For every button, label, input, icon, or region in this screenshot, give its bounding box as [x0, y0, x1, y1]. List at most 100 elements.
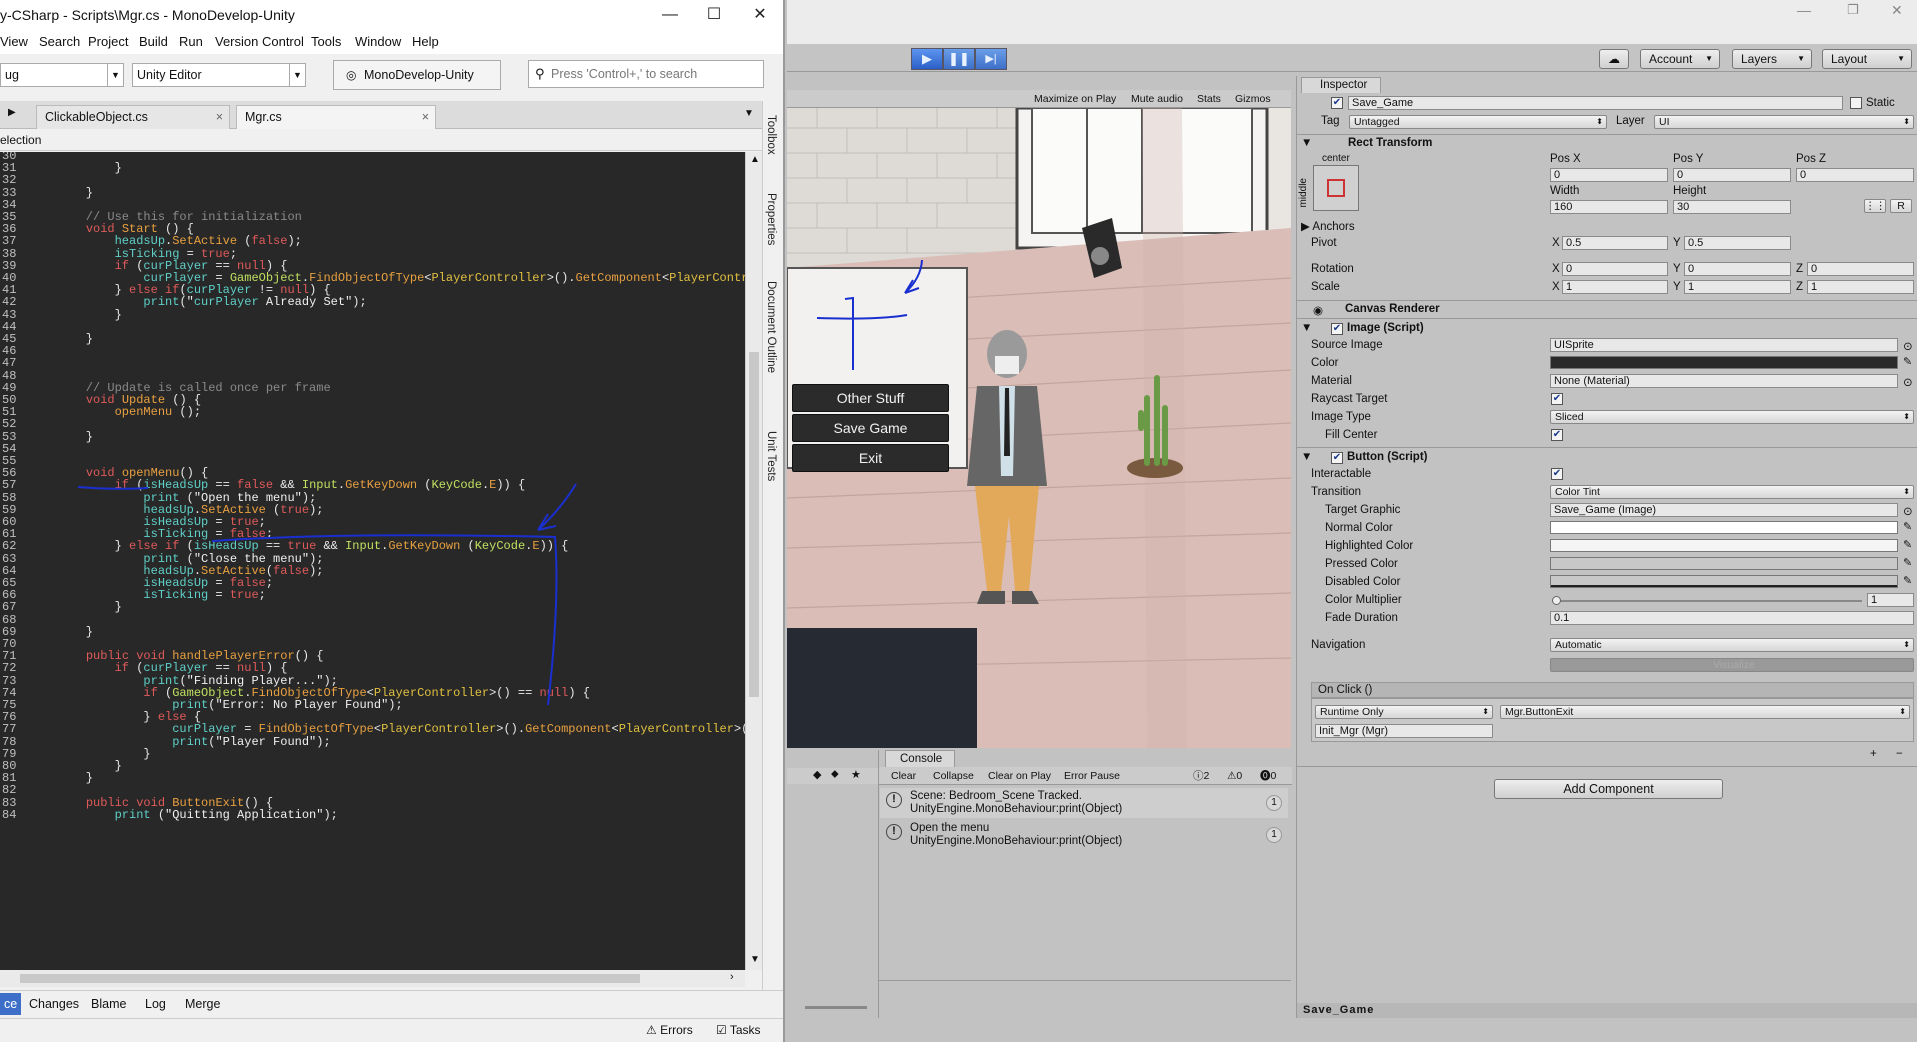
inspector-tab[interactable]: Inspector: [1301, 77, 1381, 93]
scale-x-field[interactable]: 1: [1562, 280, 1668, 294]
gizmos-dropdown[interactable]: Gizmos: [1235, 93, 1271, 105]
clear-button[interactable]: Clear: [891, 768, 916, 784]
scale-y-field[interactable]: 1: [1684, 280, 1791, 294]
warning-count-toggle[interactable]: ⚠0: [1227, 768, 1242, 784]
pivot-y-field[interactable]: 0.5: [1684, 236, 1791, 250]
collapse-arrow-icon[interactable]: ▼: [1301, 137, 1312, 149]
step-button[interactable]: ▶|: [975, 48, 1007, 70]
material-field[interactable]: None (Material): [1550, 374, 1898, 388]
multiplier-field[interactable]: 1: [1867, 593, 1914, 607]
multiplier-slider[interactable]: [1552, 596, 1862, 605]
toolbox-tab[interactable]: Toolbox: [765, 115, 777, 155]
target-select[interactable]: Unity Editor ▼: [132, 63, 306, 87]
tasks-button[interactable]: ☑ Tasks: [716, 1023, 761, 1037]
unit-tests-tab[interactable]: Unit Tests: [765, 431, 777, 481]
zoom-slider[interactable]: [805, 1006, 867, 1009]
color-swatch[interactable]: [1550, 356, 1898, 369]
navigation-dropdown[interactable]: Automatic ⬍: [1550, 638, 1914, 652]
unity-minimize-button[interactable]: —: [1797, 2, 1811, 18]
console-tab[interactable]: Console: [885, 750, 955, 767]
unity-close-button[interactable]: ✕: [1891, 2, 1903, 19]
tab-blame[interactable]: Blame: [91, 997, 126, 1011]
fill-center-checkbox[interactable]: ✔: [1551, 429, 1563, 441]
cloud-button[interactable]: ☁: [1599, 49, 1629, 69]
collapse-arrow-icon[interactable]: ▼: [1301, 451, 1312, 463]
tab-changes[interactable]: Changes: [29, 997, 79, 1011]
hscroll-thumb[interactable]: [20, 974, 640, 983]
console-row[interactable]: ! Scene: Bedroom_Scene Tracked. UnityEng…: [880, 788, 1288, 818]
raw-edit-button[interactable]: R: [1890, 199, 1912, 213]
active-checkbox[interactable]: ✔: [1331, 97, 1343, 109]
visualize-button[interactable]: Visualize: [1550, 658, 1914, 672]
stats-toggle[interactable]: Stats: [1197, 93, 1221, 105]
rotation-x-field[interactable]: 0: [1562, 262, 1668, 276]
tag-icon[interactable]: ⬥: [831, 768, 839, 781]
unity-restore-button[interactable]: ❐: [1847, 2, 1859, 18]
tab-log[interactable]: Log: [145, 997, 166, 1011]
transition-dropdown[interactable]: Color Tint ⬍: [1550, 485, 1914, 499]
disabled-color-swatch[interactable]: [1550, 575, 1898, 588]
eyedropper-icon[interactable]: ✎: [1903, 356, 1913, 369]
maximize-on-play-toggle[interactable]: Maximize on Play: [1034, 93, 1116, 105]
configuration-select[interactable]: ug ▼: [0, 63, 124, 87]
scale-z-field[interactable]: 1: [1807, 280, 1914, 294]
button-enabled-checkbox[interactable]: ✔: [1331, 452, 1343, 464]
properties-tab[interactable]: Properties: [765, 193, 777, 245]
search-input[interactable]: ⚲ Press 'Control+,' to search: [528, 60, 764, 88]
pos-x-field[interactable]: 0: [1550, 168, 1668, 182]
minimize-button[interactable]: —: [648, 0, 692, 30]
tab-merge[interactable]: Merge: [185, 997, 220, 1011]
menu-tools[interactable]: Tools: [311, 34, 341, 49]
vertical-scrollbar[interactable]: ▲ ▼: [745, 152, 762, 970]
tabs-scroll-left-icon[interactable]: ▶: [8, 107, 16, 118]
height-field[interactable]: 30: [1673, 200, 1791, 214]
menu-search[interactable]: Search: [39, 34, 80, 49]
eyedropper-icon[interactable]: ✎: [1903, 521, 1913, 534]
scroll-right-icon[interactable]: ›: [730, 971, 734, 983]
width-field[interactable]: 160: [1550, 200, 1668, 214]
image-type-dropdown[interactable]: Sliced ⬍: [1550, 410, 1914, 424]
tag-dropdown[interactable]: Untagged ⬍: [1349, 115, 1607, 129]
close-button[interactable]: ✕: [738, 0, 782, 30]
scroll-thumb[interactable]: [749, 352, 759, 697]
save-game-button[interactable]: Save Game: [792, 414, 949, 442]
source-image-field[interactable]: UISprite: [1550, 338, 1898, 352]
pause-button[interactable]: ❚❚: [943, 48, 975, 70]
document-outline-tab[interactable]: Document Outline: [765, 281, 777, 373]
mute-audio-toggle[interactable]: Mute audio: [1131, 93, 1183, 105]
remove-event-button[interactable]: −: [1896, 748, 1903, 760]
error-count-toggle[interactable]: ⓿0: [1260, 768, 1276, 784]
normal-color-swatch[interactable]: [1550, 521, 1898, 534]
interactable-checkbox[interactable]: ✔: [1551, 468, 1563, 480]
pos-y-field[interactable]: 0: [1673, 168, 1791, 182]
pressed-color-swatch[interactable]: [1550, 557, 1898, 570]
menu-run[interactable]: Run: [179, 34, 203, 49]
layer-dropdown[interactable]: UI ⬍: [1654, 115, 1914, 129]
menu-window[interactable]: Window: [355, 34, 401, 49]
anchor-preset-button[interactable]: [1313, 165, 1359, 211]
eyedropper-icon[interactable]: ✎: [1903, 539, 1913, 552]
menu-build[interactable]: Build: [139, 34, 168, 49]
static-checkbox[interactable]: [1850, 97, 1862, 109]
raycast-target-checkbox[interactable]: ✔: [1551, 393, 1563, 405]
eyedropper-icon[interactable]: ✎: [1903, 557, 1913, 570]
code-editor[interactable]: 30 31 } 32 33 } 34 35 // Use this for initial…: [0, 152, 745, 970]
collapse-arrow-icon[interactable]: ▼: [1301, 322, 1312, 334]
target-graphic-field[interactable]: Save_Game (Image): [1550, 503, 1898, 517]
object-picker-icon[interactable]: ⊙: [1903, 504, 1913, 518]
horizontal-scrollbar[interactable]: ›: [0, 970, 745, 987]
highlighted-color-swatch[interactable]: [1550, 539, 1898, 552]
play-button[interactable]: ▶: [911, 48, 943, 70]
star-icon[interactable]: ★: [851, 768, 861, 781]
image-enabled-checkbox[interactable]: ✔: [1331, 323, 1343, 335]
tab-mgr[interactable]: Mgr.cs ×: [236, 105, 436, 129]
pivot-x-field[interactable]: 0.5: [1562, 236, 1668, 250]
clear-on-play-button[interactable]: Clear on Play: [988, 768, 1051, 784]
tab-source[interactable]: ce: [0, 993, 22, 1015]
pos-z-field[interactable]: 0: [1796, 168, 1914, 182]
object-picker-icon[interactable]: ⊙: [1903, 375, 1913, 389]
add-component-button[interactable]: Add Component: [1494, 779, 1723, 799]
scroll-up-icon[interactable]: ▲: [750, 154, 760, 165]
slider-thumb[interactable]: [1552, 596, 1561, 605]
fade-duration-field[interactable]: 0.1: [1550, 611, 1914, 625]
